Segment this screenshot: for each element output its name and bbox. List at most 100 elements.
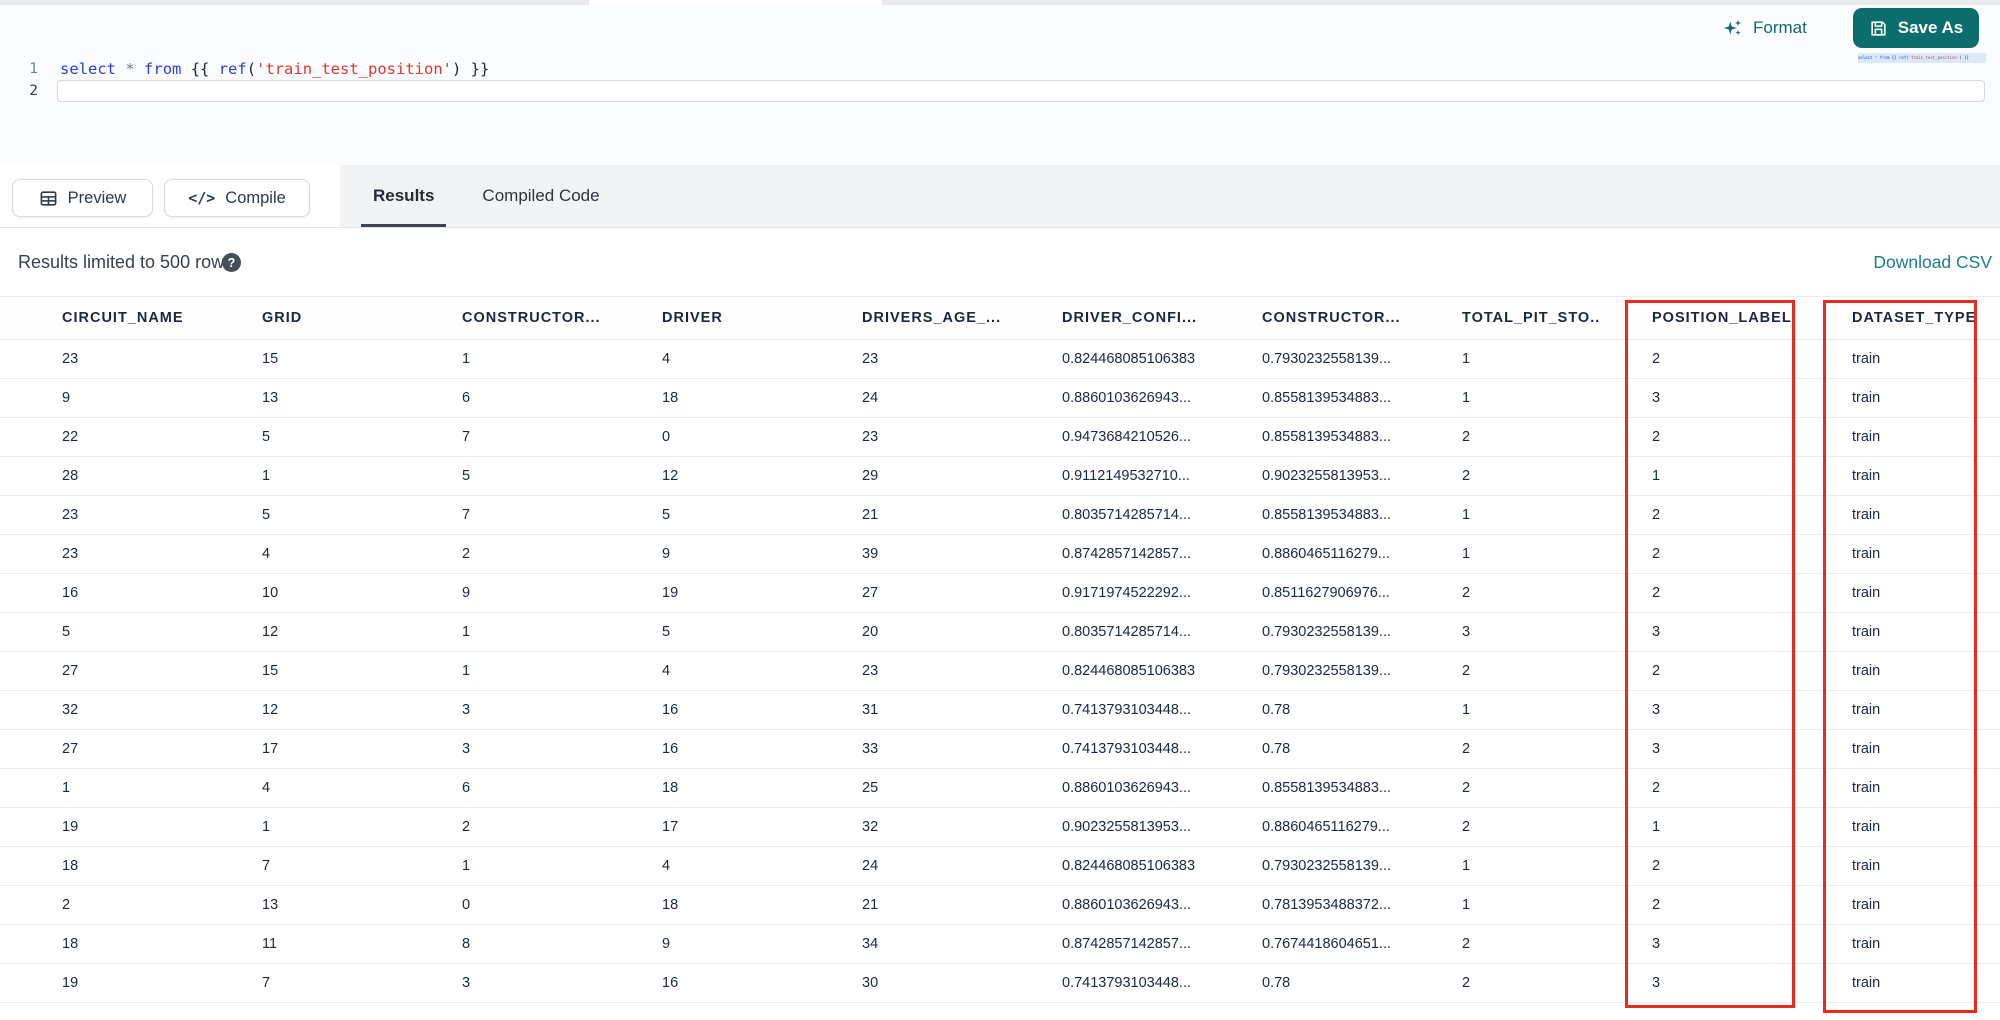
- table-cell: 9: [662, 936, 671, 952]
- table-cell: train: [1852, 429, 1881, 445]
- preview-button[interactable]: Preview: [12, 179, 153, 217]
- table-cell: 1: [462, 858, 471, 874]
- line-number-1: 1: [29, 61, 38, 77]
- table-cell: 3: [1652, 975, 1661, 991]
- active-line-indicator: [57, 80, 1985, 102]
- table-cell: 17: [262, 741, 279, 757]
- table-cell: 33: [862, 741, 879, 757]
- table-cell: 0.8860103626943...: [1062, 390, 1192, 406]
- format-label: Format: [1753, 18, 1807, 37]
- table-row: 19 1 2 17 32 0.9023255813953... 0.886046511627…: [0, 808, 2000, 847]
- table-cell: 24: [862, 858, 879, 874]
- table-cell: 0.8558139534883...: [1262, 507, 1392, 523]
- table-cell: 10: [262, 585, 279, 601]
- table-cell: 0.824468085106383: [1062, 663, 1196, 679]
- table-cell: 5: [262, 429, 271, 445]
- table-cell: 15: [262, 663, 279, 679]
- code-token: ): [452, 60, 462, 78]
- table-cell: 27: [62, 663, 79, 679]
- table-cell: 1: [1462, 351, 1471, 367]
- table-cell: 2: [1462, 819, 1471, 835]
- table-cell: 0.824468085106383: [1062, 858, 1196, 874]
- table-row: 27 17 3 16 33 0.7413793103448... 0.78 2 3 train: [0, 730, 2000, 769]
- results-info-bar: Results limited to 500 rows. ? Download …: [0, 228, 2000, 296]
- code-token: select: [1858, 55, 1873, 60]
- table-cell: 0.7413793103448...: [1062, 702, 1192, 718]
- column-header: TOTAL_PIT_STO...: [1462, 310, 1600, 326]
- table-cell: 1: [1462, 507, 1471, 523]
- table-cell: train: [1852, 819, 1881, 835]
- table-cell: 16: [662, 975, 679, 991]
- table-cell: 3: [462, 975, 471, 991]
- sql-editor[interactable]: 1 2 select * from {{ ref('train_test_pos…: [0, 5, 2000, 165]
- table-cell: 1: [462, 663, 471, 679]
- table-cell: 7: [262, 858, 271, 874]
- table-cell: 25: [862, 780, 879, 796]
- table-cell: 21: [862, 507, 879, 523]
- code-minimap[interactable]: select * from {{ ref('train_test_positio…: [1858, 53, 1986, 63]
- table-cell: train: [1852, 702, 1881, 718]
- table-cell: 2: [1462, 468, 1471, 484]
- table-cell: 17: [662, 819, 679, 835]
- save-as-label: Save As: [1897, 18, 1964, 37]
- table-cell: 2: [1462, 741, 1471, 757]
- table-cell: 4: [262, 780, 271, 796]
- save-as-button[interactable]: Save As: [1853, 8, 1979, 48]
- table-row: 2 13 0 18 21 0.8860103626943... 0.781395348837…: [0, 886, 2000, 925]
- table-cell: 1: [462, 624, 471, 640]
- table-cell: 5: [262, 507, 271, 523]
- table-cell: 28: [62, 468, 79, 484]
- table-header-row: CIRCUIT_NAME GRID CONSTRUCTOR... DRIVER DRIV…: [0, 296, 2000, 340]
- tab-results[interactable]: Results: [349, 165, 458, 227]
- table-cell: 2: [1462, 975, 1471, 991]
- table-cell: 9: [662, 546, 671, 562]
- table-cell: 18: [62, 858, 79, 874]
- help-icon[interactable]: ?: [222, 253, 241, 272]
- table-grid-icon: [39, 189, 58, 208]
- table-cell: 0.78: [1262, 741, 1291, 757]
- table-cell: 0.7930232558139...: [1262, 663, 1392, 679]
- code-token: from: [1879, 55, 1890, 60]
- table-cell: 18: [662, 780, 679, 796]
- table-cell: 2: [1652, 429, 1661, 445]
- results-toolbar: Preview </> Compile Results Compiled Code: [0, 165, 2000, 228]
- download-csv-link[interactable]: Download CSV: [1873, 228, 1992, 296]
- table-cell: 16: [662, 741, 679, 757]
- tab-compiled-code[interactable]: Compiled Code: [458, 165, 623, 227]
- table-cell: 9: [462, 585, 471, 601]
- table-cell: 4: [662, 663, 671, 679]
- table-row: 9 13 6 18 24 0.8860103626943... 0.855813953488…: [0, 379, 2000, 418]
- table-cell: 27: [62, 741, 79, 757]
- table-cell: 15: [262, 351, 279, 367]
- table-cell: 0: [462, 897, 471, 913]
- table-cell: train: [1852, 468, 1881, 484]
- table-cell: 2: [1652, 351, 1661, 367]
- table-cell: train: [1852, 351, 1881, 367]
- table-cell: train: [1852, 624, 1881, 640]
- table-cell: 1: [262, 468, 271, 484]
- table-cell: 2: [462, 819, 471, 835]
- table-cell: 0.8035714285714...: [1062, 624, 1192, 640]
- table-cell: 20: [862, 624, 879, 640]
- table-cell: 13: [262, 390, 279, 406]
- table-cell: 18: [62, 936, 79, 952]
- table-cell: 5: [662, 624, 671, 640]
- table-row: 1 4 6 18 25 0.8860103626943... 0.8558139534883…: [0, 769, 2000, 808]
- table-cell: 6: [462, 390, 471, 406]
- code-token: }}: [461, 60, 490, 78]
- table-cell: 2: [1462, 429, 1471, 445]
- table-row: 18 7 1 4 24 0.824468085106383 0.7930232558139.…: [0, 847, 2000, 886]
- table-cell: 23: [62, 546, 79, 562]
- code-line[interactable]: select * from {{ ref('train_test_positio…: [60, 58, 489, 80]
- table-cell: 12: [662, 468, 679, 484]
- table-cell: 5: [662, 507, 671, 523]
- table-cell: train: [1852, 507, 1881, 523]
- dbt-sql-ide: 1 2 select * from {{ ref('train_test_pos…: [0, 0, 2000, 1020]
- compile-button[interactable]: </> Compile: [164, 179, 310, 217]
- format-button[interactable]: Format: [1722, 12, 1807, 44]
- sparkles-icon: [1722, 17, 1744, 39]
- table-row: 18 11 8 9 34 0.8742857142857... 0.767441860465…: [0, 925, 2000, 964]
- table-body: 23 15 1 4 23 0.824468085106383 0.7930232558139…: [0, 340, 2000, 1003]
- table-cell: 29: [862, 468, 879, 484]
